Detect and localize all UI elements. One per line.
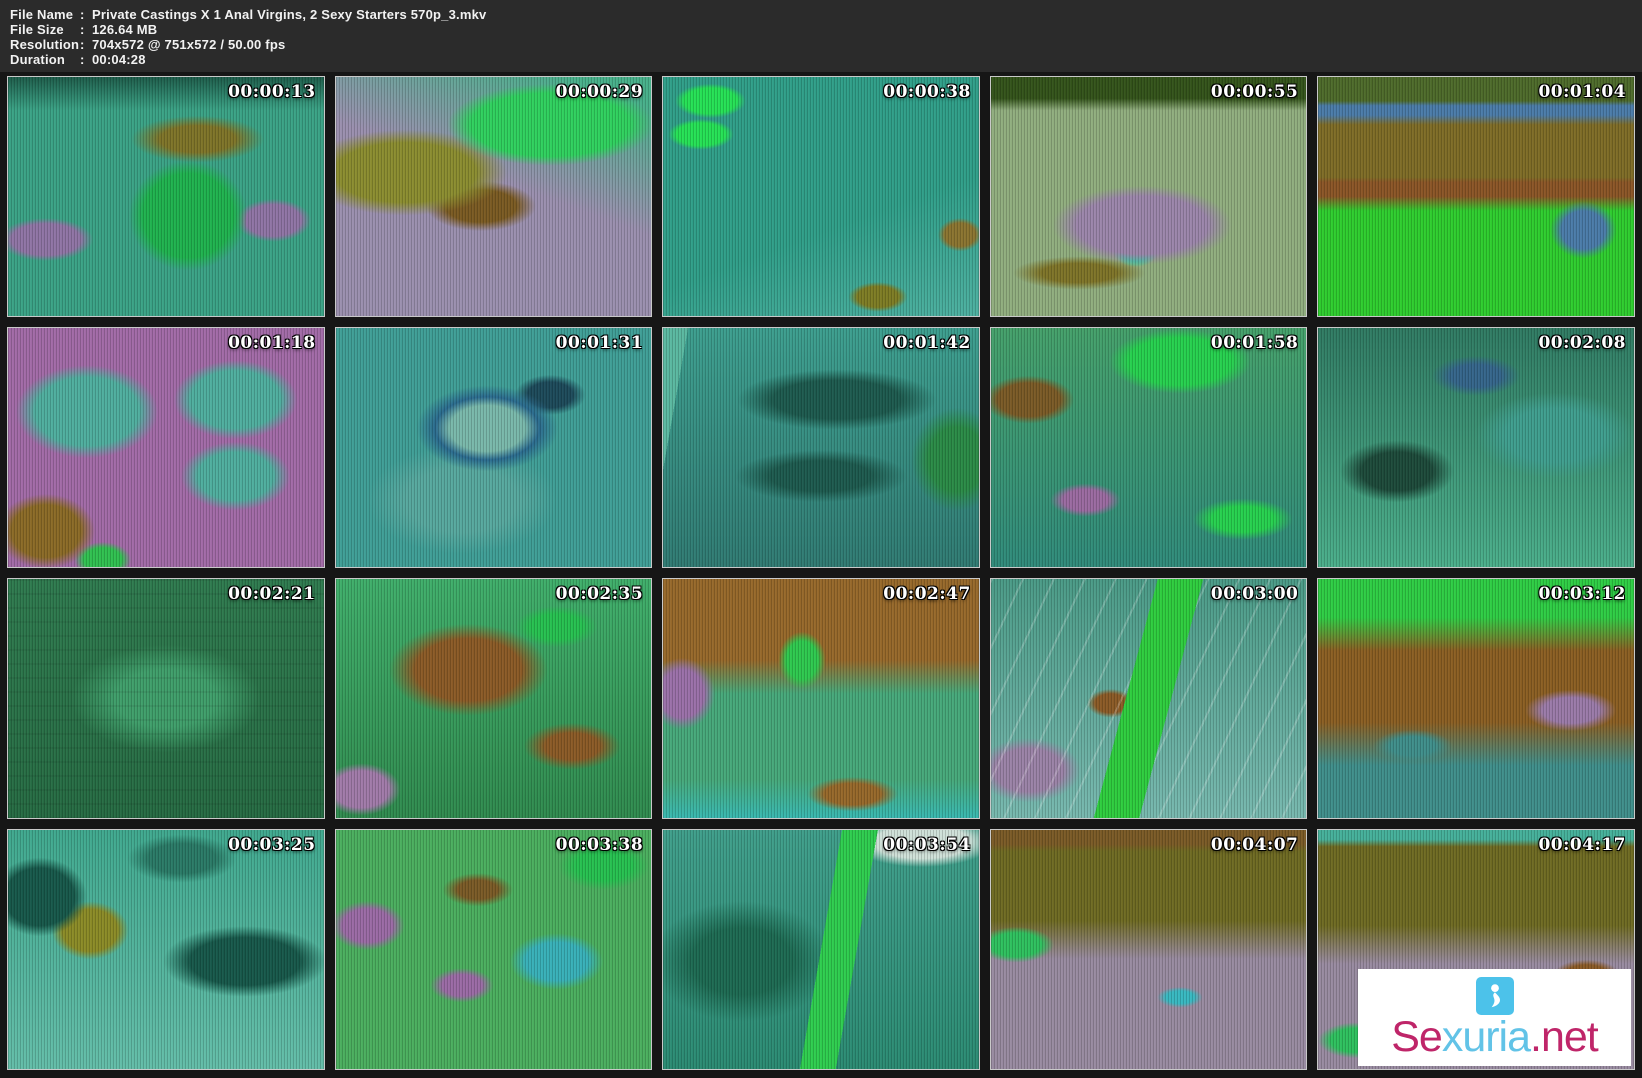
timestamp-overlay: 00:03:00 <box>1211 584 1299 604</box>
timestamp-overlay: 00:00:55 <box>1211 82 1299 102</box>
thumbnail-grid: 00:00:13 00:00:29 00:00:38 00:00:55 00:0… <box>0 72 1642 1070</box>
file-info-row: Duration : 00:04:28 <box>10 52 1642 67</box>
file-info-separator: : <box>80 37 92 52</box>
timestamp-overlay: 00:03:38 <box>556 835 644 855</box>
video-thumbnail[interactable]: 00:00:13 <box>7 76 325 317</box>
timestamp-overlay: 00:02:08 <box>1538 333 1626 353</box>
file-info-separator: : <box>80 22 92 37</box>
timestamp-overlay: 00:01:04 <box>1538 82 1626 102</box>
timestamp-overlay: 00:01:58 <box>1211 333 1299 353</box>
file-info-row: Resolution : 704x572 @ 751x572 / 50.00 f… <box>10 37 1642 52</box>
timestamp-overlay: 00:00:29 <box>556 82 644 102</box>
sexuria-watermark-text: Sexuria.net <box>1391 1016 1598 1059</box>
video-thumbnail[interactable]: 00:04:17 Sexuria.net <box>1317 829 1635 1070</box>
timestamp-overlay: 00:03:12 <box>1538 584 1626 604</box>
file-info-value: 00:04:28 <box>92 52 146 67</box>
file-info-row: File Size : 126.64 MB <box>10 22 1642 37</box>
file-info-value: 704x572 @ 751x572 / 50.00 fps <box>92 37 285 52</box>
file-info-label: File Size <box>10 22 80 37</box>
video-thumbnail[interactable]: 00:01:04 <box>1317 76 1635 317</box>
video-thumbnail[interactable]: 00:03:12 <box>1317 578 1635 819</box>
timestamp-overlay: 00:04:07 <box>1211 835 1299 855</box>
video-thumbnail[interactable]: 00:00:38 <box>662 76 980 317</box>
timestamp-overlay: 00:02:21 <box>228 584 316 604</box>
video-thumbnail[interactable]: 00:03:38 <box>335 829 653 1070</box>
file-info-value: Private Castings X 1 Anal Virgins, 2 Sex… <box>92 7 486 22</box>
file-info-separator: : <box>80 52 92 67</box>
timestamp-overlay: 00:03:25 <box>228 835 316 855</box>
timestamp-overlay: 00:00:38 <box>883 82 971 102</box>
file-info-separator: : <box>80 7 92 22</box>
video-thumbnail[interactable]: 00:00:55 <box>990 76 1308 317</box>
timestamp-overlay: 00:04:17 <box>1538 835 1626 855</box>
video-thumbnail[interactable]: 00:01:18 <box>7 327 325 568</box>
video-thumbnail[interactable]: 00:01:42 <box>662 327 980 568</box>
timestamp-overlay: 00:03:54 <box>883 835 971 855</box>
video-thumbnail[interactable]: 00:02:35 <box>335 578 653 819</box>
video-thumbnail[interactable]: 00:01:58 <box>990 327 1308 568</box>
file-info-label: Resolution <box>10 37 80 52</box>
video-thumbnail[interactable]: 00:01:31 <box>335 327 653 568</box>
timestamp-overlay: 00:02:35 <box>556 584 644 604</box>
sexuria-logo-icon <box>1476 977 1514 1015</box>
file-info-label: File Name <box>10 7 80 22</box>
video-thumbnail[interactable]: 00:04:07 <box>990 829 1308 1070</box>
video-thumbnail[interactable]: 00:00:29 <box>335 76 653 317</box>
file-info-label: Duration <box>10 52 80 67</box>
video-thumbnail[interactable]: 00:03:25 <box>7 829 325 1070</box>
sexuria-watermark[interactable]: Sexuria.net <box>1358 969 1631 1066</box>
timestamp-overlay: 00:00:13 <box>228 82 316 102</box>
file-info-row: File Name : Private Castings X 1 Anal Vi… <box>10 7 1642 22</box>
video-thumbnail[interactable]: 00:03:00 <box>990 578 1308 819</box>
video-thumbnail[interactable]: 00:02:08 <box>1317 327 1635 568</box>
video-thumbnail[interactable]: 00:02:47 <box>662 578 980 819</box>
timestamp-overlay: 00:01:31 <box>556 333 644 353</box>
file-info-header: File Name : Private Castings X 1 Anal Vi… <box>0 0 1642 72</box>
timestamp-overlay: 00:02:47 <box>883 584 971 604</box>
timestamp-overlay: 00:01:18 <box>228 333 316 353</box>
file-info-value: 126.64 MB <box>92 22 157 37</box>
video-thumbnail[interactable]: 00:03:54 <box>662 829 980 1070</box>
video-thumbnail[interactable]: 00:02:21 <box>7 578 325 819</box>
timestamp-overlay: 00:01:42 <box>883 333 971 353</box>
